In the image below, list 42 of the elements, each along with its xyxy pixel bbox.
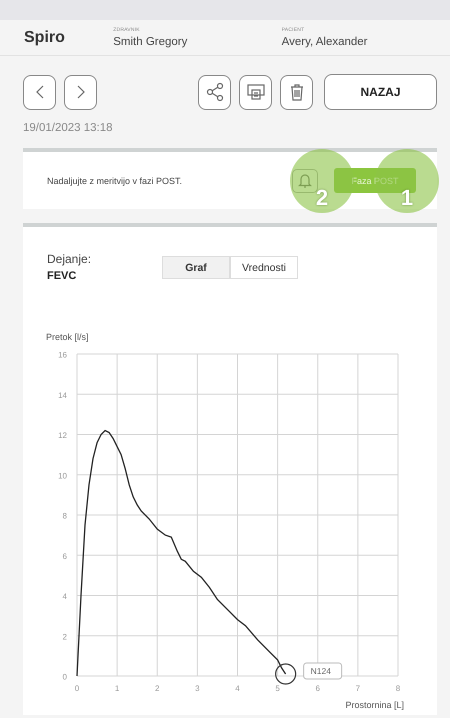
- app-title: Spiro: [24, 28, 66, 46]
- x-tick-label: 7: [356, 684, 360, 693]
- y-tick-label: 8: [62, 512, 67, 520]
- chevron-right-button[interactable]: [64, 74, 97, 110]
- annotation-tag: N124: [303, 662, 342, 680]
- y-tick-label: 4: [62, 592, 67, 601]
- y-tick-label: 12: [58, 431, 67, 440]
- y-axis-title: Pretok [l/s]: [46, 332, 89, 342]
- x-tick-label: 0: [74, 684, 80, 693]
- y-tick-label: 0: [62, 672, 67, 682]
- bell-icon: [297, 172, 313, 189]
- y-tick-label: 16: [58, 350, 67, 360]
- chevron-left-button[interactable]: [23, 74, 56, 110]
- view-tab[interactable]: Graf: [162, 256, 230, 279]
- field-value: Smith Gregory: [113, 36, 188, 48]
- share-button[interactable]: [198, 74, 231, 110]
- y-tick-label: 2: [62, 632, 67, 642]
- x-axis-title: Prostornina [L]: [345, 700, 404, 710]
- x-tick-label: 2: [155, 684, 160, 693]
- printer-icon: [246, 83, 264, 101]
- x-tick-label: 1: [114, 684, 120, 693]
- x-tick-label: 8: [396, 684, 400, 693]
- action-label: Dejanje:: [47, 252, 92, 266]
- x-tick-label: 6: [316, 684, 320, 693]
- printer-button[interactable]: [239, 74, 272, 110]
- endpoint-marker: [275, 663, 296, 685]
- view-tab[interactable]: Vrednosti: [230, 256, 298, 279]
- annotation: N124: [310, 666, 332, 676]
- field-value: Avery, Alexander: [282, 36, 368, 48]
- y-tick-label: 14: [58, 390, 67, 400]
- alert-message: Nadaljujte z meritvijo v fazi POST.: [47, 176, 182, 186]
- timestamp: 19/01/2023 13:18: [23, 122, 114, 136]
- back-button[interactable]: NAZAJ: [324, 74, 437, 110]
- trash-button[interactable]: [280, 74, 313, 110]
- trash-icon: [288, 83, 304, 101]
- x-tick-label: 5: [275, 684, 280, 693]
- y-tick-label: 6: [62, 552, 67, 561]
- y-tick-label: 10: [58, 471, 67, 480]
- action-value: FEVC: [47, 270, 78, 282]
- x-tick-label: 4: [235, 684, 240, 693]
- share-icon: [206, 82, 224, 102]
- x-tick-label: 3: [195, 684, 200, 693]
